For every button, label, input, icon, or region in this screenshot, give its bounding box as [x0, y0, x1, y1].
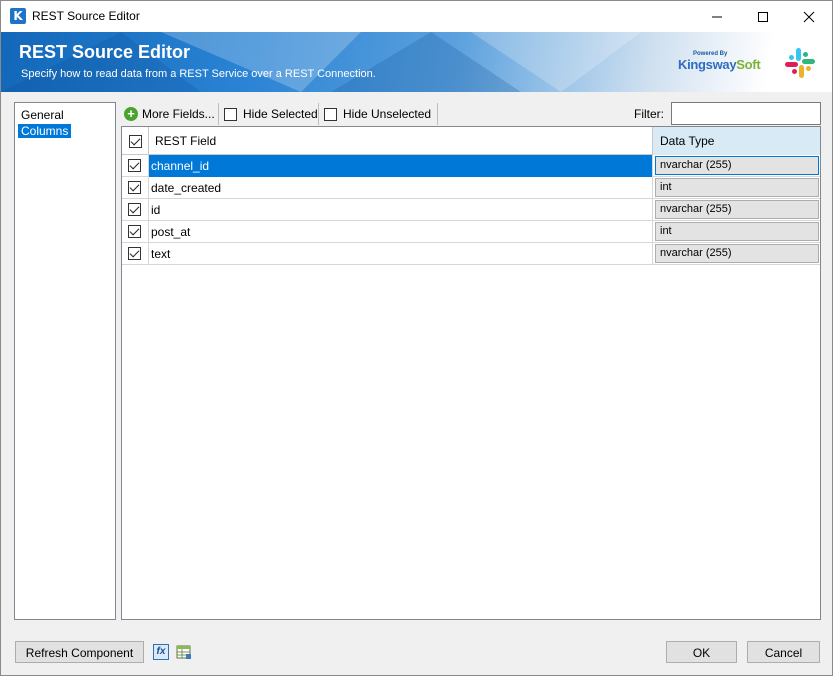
- filter-label: Filter:: [634, 107, 664, 121]
- row-check-cell[interactable]: [122, 199, 149, 221]
- banner-subtitle: Specify how to read data from a REST Ser…: [21, 68, 376, 80]
- hide-selected-label: Hide Selected: [243, 107, 318, 121]
- row-check-cell[interactable]: [122, 155, 149, 177]
- row-check-cell[interactable]: [122, 221, 149, 243]
- select-all-checkbox[interactable]: [129, 135, 142, 148]
- grid-header: REST Field Data Type: [122, 127, 820, 155]
- table-row[interactable]: date_created int: [122, 177, 820, 199]
- kingsway-app-icon: K: [10, 8, 26, 24]
- header-rest-field[interactable]: REST Field: [149, 127, 653, 155]
- slack-logo-icon: [785, 48, 815, 78]
- row-data-type[interactable]: int: [655, 222, 819, 241]
- close-button[interactable]: [786, 1, 832, 32]
- hide-selected-checkbox[interactable]: Hide Selected: [224, 104, 318, 124]
- row-check-cell[interactable]: [122, 243, 149, 265]
- table-row[interactable]: id nvarchar (255): [122, 199, 820, 221]
- row-data-type[interactable]: int: [655, 178, 819, 197]
- select-all-cell[interactable]: [122, 127, 149, 155]
- maximize-button[interactable]: [740, 1, 786, 32]
- row-field-name[interactable]: id: [149, 199, 653, 221]
- more-fields-button[interactable]: + More Fields...: [124, 104, 215, 124]
- row-data-type[interactable]: nvarchar (255): [655, 244, 819, 263]
- cancel-button[interactable]: Cancel: [747, 641, 820, 663]
- row-field-name[interactable]: text: [149, 243, 653, 265]
- brand-k: K: [678, 57, 688, 72]
- close-icon: [803, 11, 815, 23]
- columns-toolbar: + More Fields... Hide Selected Hide Unse…: [121, 102, 821, 126]
- ok-button[interactable]: OK: [666, 641, 737, 663]
- hide-unselected-box[interactable]: [324, 107, 337, 121]
- maximize-icon: [758, 12, 768, 22]
- row-data-type[interactable]: nvarchar (255): [655, 156, 819, 175]
- row-check-cell[interactable]: [122, 177, 149, 199]
- window-title: REST Source Editor: [32, 9, 140, 23]
- row-checkbox[interactable]: [128, 181, 141, 194]
- more-fields-label: More Fields...: [142, 107, 215, 121]
- toolbar-divider: [437, 103, 438, 125]
- columns-grid: REST Field Data Type channel_id nvarchar…: [121, 126, 821, 620]
- add-circle-icon: +: [124, 107, 138, 121]
- banner-title: REST Source Editor: [19, 42, 191, 62]
- header-banner: REST Source Editor Specify how to read d…: [1, 32, 832, 92]
- brand-name: KingswaySoft: [678, 57, 761, 72]
- row-field-name[interactable]: date_created: [149, 177, 653, 199]
- filter-input[interactable]: [671, 102, 821, 125]
- row-checkbox[interactable]: [128, 159, 141, 172]
- row-data-type[interactable]: nvarchar (255): [655, 200, 819, 219]
- sidebar-item-general[interactable]: General: [18, 108, 67, 122]
- brand-soft: Soft: [736, 57, 761, 72]
- row-field-name[interactable]: post_at: [149, 221, 653, 243]
- row-checkbox[interactable]: [128, 203, 141, 216]
- expression-fx-icon[interactable]: fx: [153, 644, 169, 660]
- row-checkbox[interactable]: [128, 247, 141, 260]
- hide-selected-box[interactable]: [224, 107, 237, 121]
- row-field-name[interactable]: channel_id: [149, 155, 653, 177]
- toolbar-divider: [318, 103, 319, 125]
- dialog-window: K REST Source Editor REST Source Editor …: [0, 0, 833, 676]
- table-view-icon[interactable]: [176, 644, 192, 660]
- title-bar: K REST Source Editor: [1, 1, 832, 32]
- minimize-button[interactable]: [694, 1, 740, 32]
- toolbar-divider: [218, 103, 219, 125]
- sidebar-item-columns[interactable]: Columns: [18, 124, 72, 138]
- row-checkbox[interactable]: [128, 225, 141, 238]
- table-row[interactable]: text nvarchar (255): [122, 243, 820, 265]
- header-data-type[interactable]: Data Type: [653, 127, 820, 155]
- refresh-component-button[interactable]: Refresh Component: [15, 641, 144, 663]
- hide-unselected-checkbox[interactable]: Hide Unselected: [324, 104, 431, 124]
- table-row[interactable]: channel_id nvarchar (255): [122, 155, 820, 177]
- minimize-icon: [712, 16, 722, 18]
- kingswaysoft-logo: Powered By KingswaySoft: [678, 51, 764, 75]
- hide-unselected-label: Hide Unselected: [343, 107, 432, 121]
- table-row[interactable]: post_at int: [122, 221, 820, 243]
- sidebar-nav: General Columns: [14, 102, 116, 620]
- brand-ingsway: ingsway: [687, 57, 737, 72]
